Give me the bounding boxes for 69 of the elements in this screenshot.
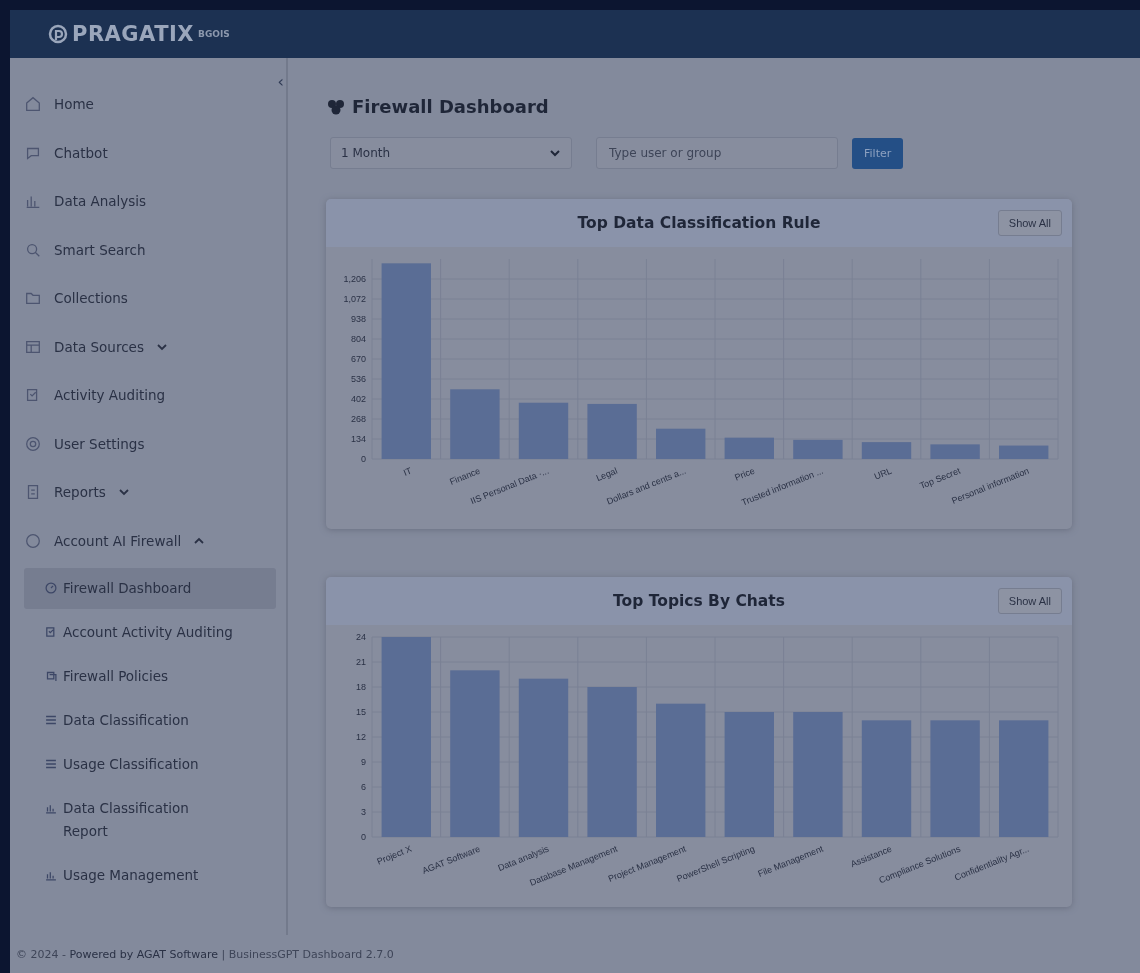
y-axis-label: 134 bbox=[350, 434, 366, 444]
y-axis-label: 402 bbox=[350, 394, 366, 404]
collapse-toggle[interactable]: ‹ bbox=[277, 72, 284, 91]
x-axis-label: Legal bbox=[594, 465, 619, 484]
bar bbox=[861, 442, 912, 459]
page-title: Firewall Dashboard bbox=[326, 96, 1072, 117]
y-axis-label: 0 bbox=[361, 832, 366, 842]
menu-item-icon bbox=[44, 581, 58, 595]
footer-text: © 2024 - Powered by AGAT Software | BusinessGPT Dashboard 2.7.0 bbox=[16, 947, 394, 961]
sidebar-item[interactable]: Account AI Firewall bbox=[24, 516, 276, 565]
y-axis-label: 12 bbox=[356, 732, 366, 742]
y-axis-label: 1,072 bbox=[343, 294, 366, 304]
logo-text: PRAGATIX bbox=[72, 22, 194, 46]
y-axis-label: 3 bbox=[361, 807, 366, 817]
bar bbox=[999, 445, 1049, 459]
sidebar-item[interactable]: User Settings bbox=[24, 419, 276, 468]
sidebar-item[interactable]: Reports bbox=[24, 468, 276, 517]
y-axis-label: 18 bbox=[356, 682, 366, 692]
footer-link[interactable]: Powered by AGAT Software bbox=[69, 947, 218, 961]
sidebar-item[interactable]: Collections bbox=[24, 274, 276, 323]
logo-suffix: BGOIS bbox=[198, 29, 230, 39]
y-axis-label: 804 bbox=[350, 334, 366, 344]
x-axis-label: URL bbox=[872, 465, 894, 482]
chevron-down-icon bbox=[549, 148, 561, 158]
y-axis-label: 938 bbox=[350, 314, 366, 324]
user-search-field[interactable]: Type user or group bbox=[596, 137, 838, 169]
y-axis-label: 21 bbox=[356, 657, 366, 667]
y-axis-label: 9 bbox=[361, 757, 366, 767]
y-axis-label: 24 bbox=[356, 632, 366, 642]
bar bbox=[587, 403, 637, 459]
filter-button[interactable]: Filter bbox=[852, 137, 904, 169]
menu-item-icon bbox=[24, 531, 42, 550]
sidebar-item[interactable]: Home bbox=[24, 80, 276, 129]
sidebar-item[interactable]: Smart Search bbox=[24, 225, 276, 274]
bar bbox=[518, 402, 569, 459]
x-axis-label: Top Secret bbox=[918, 465, 962, 491]
sidebar-item[interactable]: Data Analysis bbox=[24, 177, 276, 226]
x-axis-label: Price bbox=[733, 465, 757, 483]
show-all-button[interactable]: Show All bbox=[997, 210, 1062, 236]
card-title: Top Topics By Chats bbox=[613, 592, 785, 610]
sidebar-item[interactable]: Activity Auditing bbox=[24, 371, 276, 420]
logo-icon bbox=[48, 24, 68, 44]
card-title: Top Data Classification Rule bbox=[577, 214, 821, 232]
submenu-item[interactable]: Data Classification Report bbox=[24, 787, 276, 852]
bar bbox=[450, 389, 500, 459]
y-axis-label: 268 bbox=[350, 414, 366, 424]
submenu-item[interactable]: Firewall Dashboard bbox=[24, 568, 276, 609]
submenu-item[interactable]: Account Activity Auditing bbox=[24, 611, 276, 653]
y-axis-label: 6 bbox=[361, 782, 366, 792]
period-dropdown[interactable]: 1 Month bbox=[330, 137, 572, 169]
menu-item-icon bbox=[24, 95, 42, 114]
dashboard-icon bbox=[326, 97, 346, 116]
y-axis-label: 0 bbox=[361, 454, 366, 464]
y-axis-label: 536 bbox=[350, 374, 366, 384]
bar bbox=[724, 437, 774, 459]
x-axis-label: IT bbox=[401, 465, 414, 478]
sidebar-item[interactable]: Data Sources bbox=[24, 322, 276, 371]
sidebar-item[interactable]: Chatbot bbox=[24, 128, 276, 177]
show-all-button[interactable]: Show All bbox=[997, 588, 1062, 614]
submenu-item[interactable]: Usage Management bbox=[24, 854, 276, 896]
menu-item-icon bbox=[24, 434, 42, 453]
y-axis-label: 15 bbox=[356, 707, 366, 717]
bar bbox=[656, 428, 706, 459]
bar bbox=[930, 444, 980, 459]
submenu-item[interactable]: Usage Classification bbox=[24, 743, 276, 785]
submenu-item[interactable]: Data Classification bbox=[24, 699, 276, 741]
y-axis-label: 670 bbox=[350, 354, 366, 364]
y-axis-label: 1,206 bbox=[343, 274, 366, 284]
submenu-item[interactable]: Firewall Policies bbox=[24, 655, 276, 697]
